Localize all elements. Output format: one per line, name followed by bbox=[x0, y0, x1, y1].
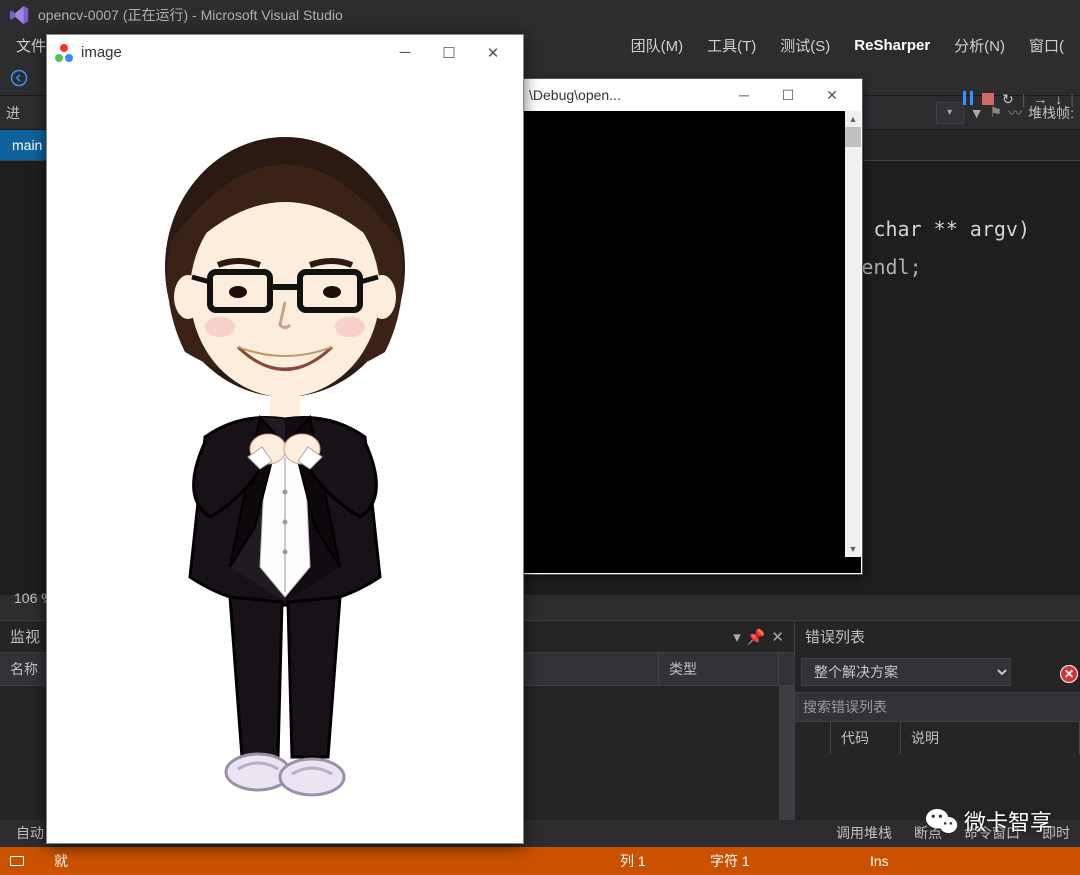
close-button[interactable]: ✕ bbox=[810, 80, 854, 110]
menu-team[interactable]: 团队(M) bbox=[619, 31, 696, 60]
tab-callstack[interactable]: 调用堆栈 bbox=[826, 819, 902, 847]
status-char: 字符 1 bbox=[710, 851, 840, 871]
status-rect-icon bbox=[10, 856, 24, 866]
status-ins: Ins bbox=[870, 853, 1070, 869]
menu-resharper[interactable]: ReSharper bbox=[842, 33, 942, 58]
status-col: 列 1 bbox=[620, 851, 680, 871]
col-type[interactable]: 类型 bbox=[659, 653, 779, 685]
console-title: \Debug\open... bbox=[529, 87, 621, 103]
maximize-button[interactable]: ☐ bbox=[427, 38, 471, 68]
step-over-button[interactable]: → bbox=[1033, 91, 1047, 107]
status-ready: 就 bbox=[54, 851, 114, 871]
stop-button[interactable] bbox=[982, 93, 994, 105]
nav-back-button[interactable] bbox=[6, 65, 32, 91]
menu-analyze[interactable]: 分析(N) bbox=[942, 31, 1017, 60]
title-bar: opencv-0007 (正在运行) - Microsoft Visual St… bbox=[0, 0, 1080, 30]
console-scrollbar[interactable]: ▲ ▼ bbox=[845, 111, 861, 557]
error-scope-select[interactable]: 整个解决方案 bbox=[801, 658, 1011, 686]
step-into-button[interactable]: ↓ bbox=[1055, 91, 1062, 107]
image-title: image bbox=[81, 44, 122, 61]
restart-button[interactable]: ↻ bbox=[1002, 91, 1014, 108]
process-label: 进 bbox=[6, 103, 20, 123]
console-title-bar[interactable]: \Debug\open... ─ ☐ ✕ bbox=[521, 79, 862, 111]
error-panel-title: 错误列表 bbox=[805, 626, 865, 647]
image-window[interactable]: image ─ ☐ ✕ bbox=[46, 34, 524, 844]
status-bar: 就 列 1 字符 1 Ins bbox=[0, 847, 1080, 875]
menu-window[interactable]: 窗口( bbox=[1017, 31, 1076, 60]
col-desc[interactable]: 说明 bbox=[901, 722, 1080, 754]
opencv-icon bbox=[55, 44, 73, 62]
watch-panel-title: 监视 bbox=[10, 626, 40, 647]
error-badge-icon[interactable]: ✕ bbox=[1060, 665, 1078, 683]
menu-tools[interactable]: 工具(T) bbox=[695, 31, 768, 60]
close-icon[interactable]: ✕ bbox=[771, 628, 784, 646]
watermark: 微卡智享 bbox=[926, 805, 1052, 837]
image-title-bar[interactable]: image ─ ☐ ✕ bbox=[47, 35, 523, 70]
minimize-button[interactable]: ─ bbox=[722, 80, 766, 110]
scroll-up-icon[interactable]: ▲ bbox=[845, 111, 861, 127]
menu-test[interactable]: 测试(S) bbox=[768, 31, 842, 60]
console-window[interactable]: \Debug\open... ─ ☐ ✕ ▲ ▼ bbox=[520, 78, 863, 575]
window-title: opencv-0007 (正在运行) - Microsoft Visual St… bbox=[38, 5, 343, 25]
pause-button[interactable] bbox=[962, 91, 974, 108]
scroll-down-icon[interactable]: ▼ bbox=[845, 541, 861, 557]
debug-controls: ↻ | → ↓ | bbox=[956, 84, 1080, 114]
maximize-button[interactable]: ☐ bbox=[766, 80, 810, 110]
scrollbar[interactable] bbox=[779, 686, 794, 820]
cartoon-avatar bbox=[110, 97, 460, 817]
pin-icon[interactable]: 📌 bbox=[747, 628, 766, 646]
dropdown-icon[interactable]: ▾ bbox=[733, 628, 741, 646]
error-panel: 错误列表 整个解决方案 搜索错误列表 代码 说明 bbox=[795, 620, 1080, 820]
error-headers: 代码 说明 bbox=[795, 721, 1080, 754]
wechat-icon bbox=[926, 807, 958, 835]
console-body[interactable]: ▲ ▼ bbox=[522, 111, 861, 573]
error-search[interactable]: 搜索错误列表 bbox=[795, 692, 1080, 721]
close-button[interactable]: ✕ bbox=[471, 38, 515, 68]
watermark-text: 微卡智享 bbox=[964, 805, 1052, 837]
visual-studio-logo-icon bbox=[8, 4, 30, 26]
image-canvas bbox=[47, 70, 523, 843]
minimize-button[interactable]: ─ bbox=[383, 38, 427, 68]
col-code[interactable]: 代码 bbox=[831, 722, 901, 754]
